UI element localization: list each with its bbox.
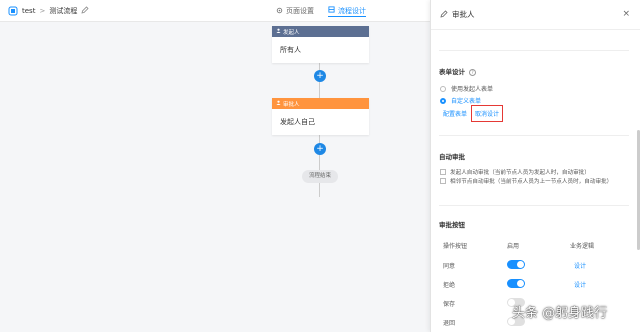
flow-end-node: 流程结束: [302, 170, 338, 183]
approver-node[interactable]: 审批人 发起人自己: [272, 98, 369, 135]
edit-icon[interactable]: [440, 9, 448, 20]
checkbox[interactable]: [440, 169, 446, 175]
initiator-node-body: 所有人: [280, 46, 301, 54]
tab-label: 页面设置: [286, 7, 314, 15]
tab-label: 流程设计: [338, 6, 366, 15]
column-header-enabled: 启用: [507, 243, 520, 250]
auto-approve-initiator-option[interactable]: 发起人自动审批（当前节点人员为发起人时，自动审批）: [440, 168, 590, 176]
tab-page-settings[interactable]: 页面设置: [276, 5, 314, 17]
design-link[interactable]: 设计: [574, 261, 586, 270]
panel-title: 审批人: [452, 10, 475, 19]
enable-toggle[interactable]: [507, 260, 525, 269]
approval-buttons-title: 审批按钮: [439, 221, 465, 229]
help-icon[interactable]: ?: [469, 69, 476, 76]
panel-header: 审批人: [431, 0, 640, 30]
form-design-links: 配置表单 取消设计: [443, 105, 504, 122]
radio-button[interactable]: [440, 85, 446, 92]
section-divider: [439, 205, 629, 206]
button-row-label: 同意: [443, 263, 456, 270]
enable-toggle[interactable]: [507, 279, 525, 288]
approver-node-title: 审批人: [283, 101, 300, 108]
section-divider: [439, 50, 629, 51]
add-node-button[interactable]: +: [314, 143, 326, 155]
initiator-node-header: 发起人: [272, 26, 369, 37]
add-node-button[interactable]: +: [314, 70, 326, 82]
configure-form-link[interactable]: 配置表单: [443, 109, 467, 118]
section-divider: [439, 135, 629, 136]
approver-node-header: 审批人: [272, 98, 369, 109]
radio-label: 自定义表单: [451, 98, 482, 105]
checkbox-label: 发起人自动审批（当前节点人员为发起人时，自动审批）: [450, 170, 590, 176]
option-custom-form[interactable]: 自定义表单: [440, 96, 481, 105]
auto-approve-title: 自动审批: [439, 153, 465, 161]
flow-canvas[interactable]: 发起人 所有人 + 审批人 发起人自己 + 流程结束: [0, 22, 430, 332]
approver-settings-panel: 审批人 ×: [430, 0, 640, 332]
breadcrumb-current: 测试流程: [49, 7, 78, 15]
button-row-label: 退回: [443, 320, 456, 327]
radio-button[interactable]: [440, 97, 446, 104]
checkbox-label: 相邻节点自动审批（当前节点人员为上一节点人员时，自动审批）: [450, 179, 613, 185]
initiator-node-title: 发起人: [283, 29, 300, 36]
form-design-title-text: 表单设计: [439, 68, 465, 76]
edit-icon[interactable]: [81, 6, 89, 16]
breadcrumb-root[interactable]: test: [22, 7, 35, 15]
radio-label: 使用发起人表单: [451, 86, 494, 93]
tab-flow-design[interactable]: 流程设计: [328, 5, 366, 17]
cancel-design-link[interactable]: 取消设计: [471, 105, 504, 122]
breadcrumb-separator: >: [39, 7, 46, 15]
form-design-title: 表单设计?: [439, 66, 476, 76]
watermark: 头条 @躬身践行: [512, 306, 608, 321]
auto-approve-adjacent-option[interactable]: 相邻节点自动审批（当前节点人员为上一节点人员时，自动审批）: [440, 177, 612, 185]
initiator-node[interactable]: 发起人 所有人: [272, 26, 369, 63]
approver-node-body: 发起人自己: [280, 118, 315, 126]
toggle-knob: [517, 280, 524, 287]
column-header-logic: 业务逻辑: [570, 243, 595, 250]
home-icon[interactable]: [8, 6, 18, 16]
button-row-label: 拒绝: [443, 282, 456, 289]
column-header-button: 操作按钮: [443, 243, 468, 250]
tab-bar: 页面设置 流程设计: [276, 5, 366, 17]
checkbox[interactable]: [440, 178, 446, 184]
design-link[interactable]: 设计: [574, 280, 586, 289]
button-row-label: 保存: [443, 301, 456, 308]
toggle-knob: [517, 261, 524, 268]
option-use-initiator-form[interactable]: 使用发起人表单: [440, 84, 493, 93]
user-icon: [276, 28, 281, 35]
close-icon[interactable]: ×: [622, 9, 630, 19]
user-icon: [276, 100, 281, 107]
gear-icon: [276, 7, 283, 16]
flow-icon: [328, 6, 335, 15]
breadcrumb: test > 测试流程: [8, 6, 89, 16]
